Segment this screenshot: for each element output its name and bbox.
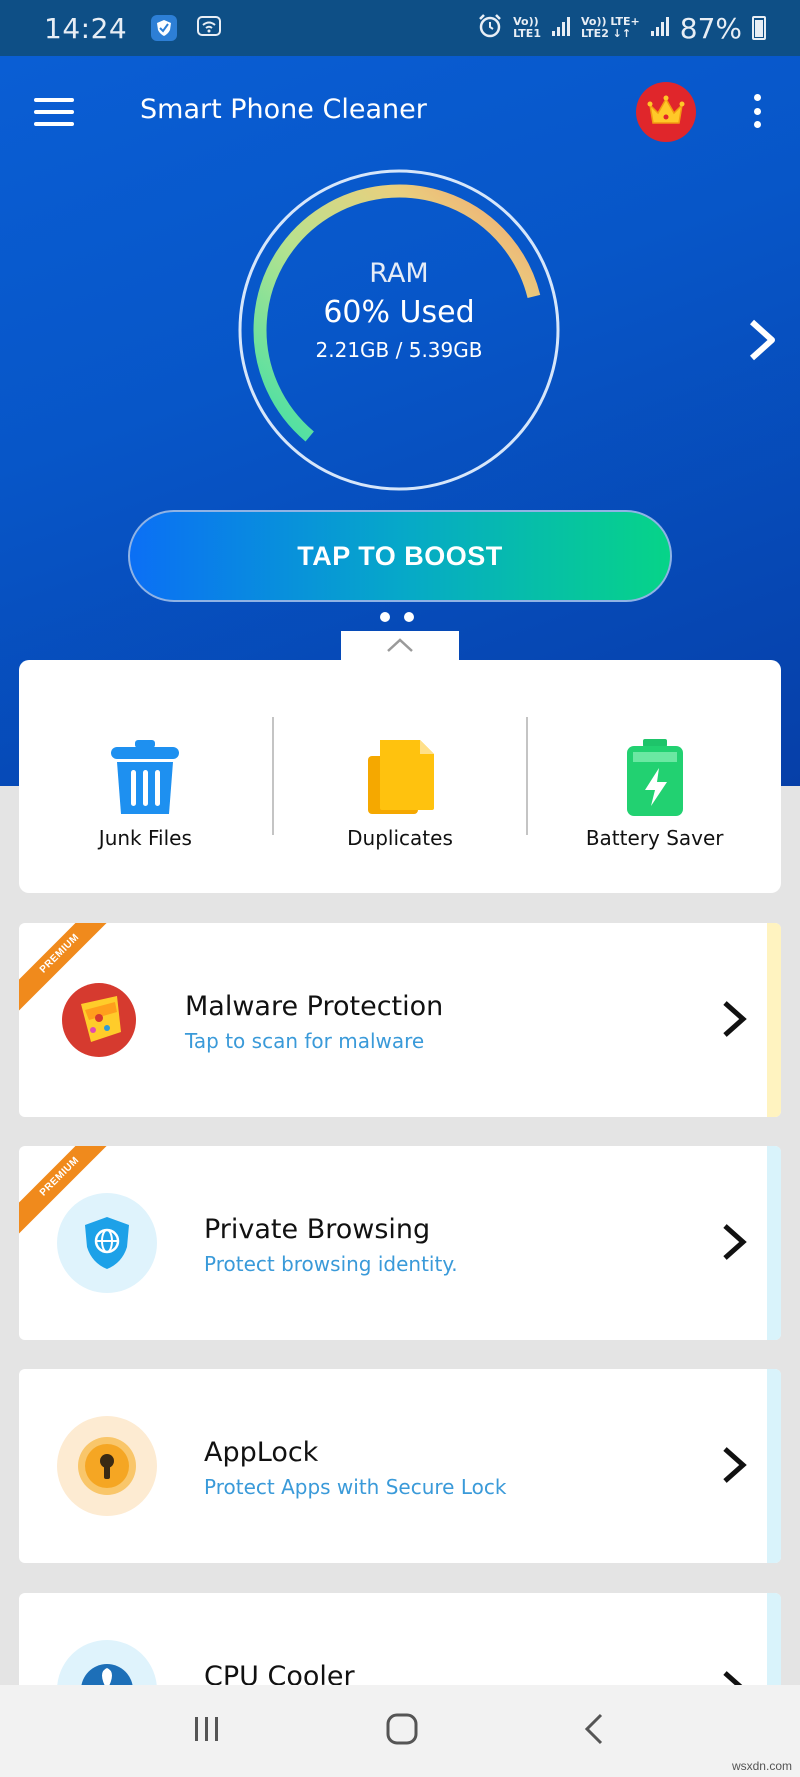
tool-label: Battery Saver: [585, 826, 724, 850]
globe-shield-icon: [57, 1193, 157, 1293]
feature-card-malware[interactable]: PREMIUM Malware Protection Tap to scan f…: [19, 923, 781, 1117]
sim2-label: Vo)) LTE+ LTE2 ↓↑: [580, 15, 640, 40]
status-time: 14:24: [44, 11, 128, 45]
pager-dots: [380, 612, 414, 622]
feature-card-private-browsing[interactable]: PREMIUM Private Browsing Protect browsin…: [19, 1146, 781, 1340]
side-strip: [767, 923, 781, 1117]
side-strip: [767, 1369, 781, 1563]
malware-shield-icon: [49, 970, 149, 1070]
ram-percent: 60% Used: [323, 295, 475, 330]
watermark: wsxdn.com: [731, 1759, 792, 1773]
chevron-up-icon: [386, 637, 414, 657]
keyhole-lock-icon: [57, 1416, 157, 1516]
chevron-right-icon: [719, 1222, 749, 1266]
feature-title: Private Browsing: [204, 1214, 431, 1245]
crown-icon[interactable]: [636, 82, 696, 142]
chevron-right-icon: [719, 1445, 749, 1489]
home-icon[interactable]: [384, 1711, 420, 1751]
feature-subtitle: Protect Apps with Secure Lock: [204, 1475, 507, 1499]
tool-label: Duplicates: [347, 826, 453, 850]
feature-subtitle: Protect browsing identity.: [204, 1252, 458, 1276]
back-icon[interactable]: [581, 1711, 609, 1751]
tool-duplicates[interactable]: Duplicates: [274, 660, 527, 893]
quick-tools-card: Junk Files Duplicates Battery Saver: [19, 660, 781, 893]
recent-apps-icon[interactable]: [191, 1713, 223, 1749]
alarm-icon: [477, 13, 503, 43]
chevron-right-icon: [719, 999, 749, 1043]
menu-icon[interactable]: [34, 98, 74, 126]
tool-label: Junk Files: [98, 826, 192, 850]
feature-title: Malware Protection: [185, 991, 444, 1022]
page-title: Smart Phone Cleaner: [140, 94, 427, 125]
feature-card-applock[interactable]: AppLock Protect Apps with Secure Lock: [19, 1369, 781, 1563]
more-vert-icon[interactable]: [751, 94, 763, 128]
trash-icon: [107, 738, 183, 820]
feature-title: AppLock: [204, 1437, 319, 1468]
wifi-icon: [197, 16, 222, 40]
signal-bars-icon: [650, 15, 670, 41]
ram-detail: 2.21GB / 5.39GB: [315, 338, 483, 362]
feature-subtitle: Tap to scan for malware: [185, 1029, 425, 1053]
ram-label: RAM: [369, 258, 429, 289]
ram-readout: RAM 60% Used 2.21GB / 5.39GB: [232, 258, 566, 362]
tool-junk-files[interactable]: Junk Files: [19, 660, 272, 893]
signal-bars-icon: [551, 15, 571, 41]
duplicate-files-icon: [362, 738, 438, 820]
side-strip: [767, 1146, 781, 1340]
tool-battery-saver[interactable]: Battery Saver: [528, 660, 781, 893]
battery-icon: [752, 16, 766, 40]
sim1-label: Vo)) LTE1: [513, 15, 541, 40]
battery-percent: 87%: [679, 11, 742, 45]
status-right: Vo)) LTE1 Vo)) LTE+ LTE2 ↓↑ 87%: [477, 12, 766, 45]
battery-charging-icon: [617, 738, 693, 820]
chevron-right-icon[interactable]: [744, 318, 780, 366]
system-nav-bar: [0, 1685, 800, 1777]
boost-button[interactable]: TAP TO BOOST: [128, 510, 672, 602]
shield-app-icon: [151, 15, 178, 41]
status-bar: 14:24 Vo)) LTE1 Vo)) LTE+ LTE2 ↓↑ 87%: [0, 0, 800, 56]
